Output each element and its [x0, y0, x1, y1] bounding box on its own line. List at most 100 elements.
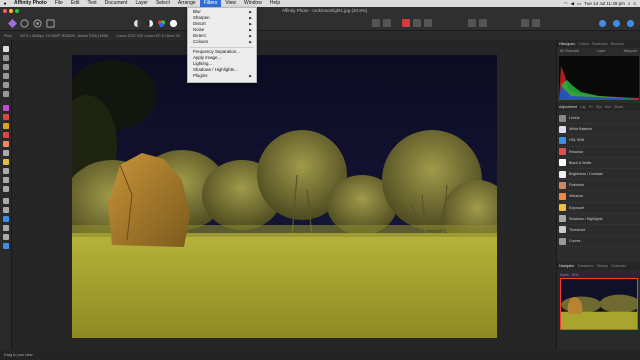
develop-persona-icon[interactable]	[33, 19, 42, 28]
wifi-icon[interactable]: ◠	[564, 1, 568, 7]
menu-window[interactable]: Window	[240, 0, 266, 7]
adjustment-vibrance[interactable]: Vibrance	[557, 191, 640, 203]
gradient-tool-icon[interactable]	[3, 159, 9, 165]
fill-tool-icon[interactable]	[3, 150, 9, 156]
liquify-persona-icon[interactable]	[20, 19, 29, 28]
toolbar-button-7[interactable]	[521, 19, 529, 27]
levels-icon[interactable]	[133, 19, 142, 28]
paint-brush-icon[interactable]	[3, 105, 9, 111]
tab-adjustment[interactable]: Adjustment	[559, 105, 577, 109]
tab-stock[interactable]: Stock	[614, 105, 623, 109]
tab-histogram[interactable]: Histogram	[559, 42, 575, 46]
tools-panel	[0, 40, 12, 350]
tab-navigator[interactable]: Navigator	[559, 264, 574, 268]
menu-layer[interactable]: Layer	[131, 0, 152, 7]
tab-styles[interactable]: Styl	[596, 105, 602, 109]
marquee-option[interactable]: Marquee	[624, 49, 637, 53]
adjustment-shadows-highlights[interactable]: Shadows / Highlights	[557, 214, 640, 225]
assistant-icon[interactable]	[612, 19, 621, 28]
colour-picker-icon[interactable]	[3, 234, 9, 240]
document-canvas[interactable]	[12, 40, 556, 350]
colour-replacement-icon[interactable]	[3, 114, 9, 120]
adjustment-black-white[interactable]: Black & White	[557, 158, 640, 169]
clone-tool-icon[interactable]	[3, 168, 9, 174]
red-eye-tool-icon[interactable]	[3, 132, 9, 138]
white-balance-icon[interactable]	[169, 19, 178, 28]
minimize-window-button[interactable]	[9, 9, 13, 13]
zoom-tool-icon[interactable]	[3, 243, 9, 249]
erase-tool-icon[interactable]	[3, 141, 9, 147]
toolbar-button-6[interactable]	[479, 19, 487, 27]
adjustment-curves[interactable]: Curves	[557, 236, 640, 248]
toolbar-button-5[interactable]	[468, 19, 476, 27]
toolbar-button-2[interactable]	[383, 19, 391, 27]
adjustment-posterise[interactable]: Posterise	[557, 180, 640, 192]
spotlight-icon[interactable]: ⌕	[628, 1, 631, 6]
adjustment-threshold[interactable]: Threshold	[557, 225, 640, 237]
crop-tool-icon[interactable]	[3, 64, 9, 70]
photo-persona-icon[interactable]	[8, 19, 17, 28]
shape-tool-icon[interactable]	[3, 207, 9, 213]
tab-brushes[interactable]: Brushes	[611, 42, 624, 46]
toolbar-button-1[interactable]	[372, 19, 380, 27]
channel-select[interactable]: All Channels	[560, 49, 579, 53]
text-tool-icon[interactable]	[3, 225, 9, 231]
menu-select[interactable]: Select	[152, 0, 174, 7]
tab-channels[interactable]: Channels	[611, 264, 626, 268]
adjustment-recolour[interactable]: Recolour	[557, 147, 640, 158]
zoom-value[interactable]: 20%	[572, 273, 579, 277]
menu-item-plugins[interactable]: Plugins ▶	[188, 73, 256, 79]
navigator-thumbnail[interactable]	[560, 278, 638, 330]
tab-effects[interactable]: Fx	[589, 105, 593, 109]
preferences-icon[interactable]	[626, 19, 635, 28]
tab-colour[interactable]: Colour	[578, 42, 589, 46]
menubar-clock[interactable]: Tue 14 Jul 11:49 pm	[584, 1, 625, 6]
menu-filters[interactable]: Filters	[199, 0, 222, 7]
adjustment-levels[interactable]: Levels	[557, 113, 640, 125]
selection-brush-icon[interactable]	[3, 73, 9, 79]
menu-text[interactable]: Text	[83, 0, 100, 7]
dodge-tool-icon[interactable]	[3, 123, 9, 129]
blur-brush-icon[interactable]	[3, 186, 9, 192]
layer-option[interactable]: Layer	[597, 49, 605, 53]
volume-icon[interactable]: ◀	[571, 1, 574, 7]
toolbar-button-3[interactable]	[413, 19, 421, 27]
healing-tool-icon[interactable]	[3, 177, 9, 183]
menu-arrange[interactable]: Arrange	[174, 0, 200, 7]
view-tool-icon[interactable]	[3, 46, 9, 52]
adjustment-brightness-contrast[interactable]: Brightness / Contrast	[557, 169, 640, 181]
menu-app-name[interactable]: Affinity Photo	[10, 0, 51, 7]
menu-document[interactable]: Document	[101, 0, 132, 7]
export-persona-icon[interactable]	[46, 19, 55, 28]
menu-item-colours[interactable]: Colours ▶	[188, 39, 256, 45]
tab-swatches[interactable]: Swatches	[592, 42, 608, 46]
menu-edit[interactable]: Edit	[67, 0, 84, 7]
pen-tool-icon[interactable]	[3, 198, 9, 204]
adjustment-exposure[interactable]: Exposure	[557, 203, 640, 214]
menu-help[interactable]: Help	[266, 0, 284, 7]
menu-view[interactable]: View	[221, 0, 240, 7]
rectangle-tool-icon[interactable]	[3, 216, 9, 222]
battery-icon[interactable]: ▭	[577, 1, 581, 7]
adjustment-hsl-shift[interactable]: HSL Shift	[557, 135, 640, 147]
flood-select-icon[interactable]	[3, 82, 9, 88]
tab-history[interactable]: Hist	[605, 105, 611, 109]
record-macro-button[interactable]	[402, 19, 410, 27]
colour-balance-icon[interactable]	[157, 19, 166, 28]
zoom-window-button[interactable]	[15, 9, 19, 13]
snapping-icon[interactable]	[598, 19, 607, 28]
tab-layers[interactable]: Lay	[580, 105, 586, 109]
move-tool-icon[interactable]	[3, 55, 9, 61]
menu-file[interactable]: File	[51, 0, 67, 7]
toolbar-button-8[interactable]	[532, 19, 540, 27]
close-window-button[interactable]	[3, 9, 7, 13]
marquee-tool-icon[interactable]	[3, 91, 9, 97]
toolbar-button-4[interactable]	[424, 19, 432, 27]
adjustment-label: Curves	[569, 239, 581, 244]
tab-history-nav[interactable]: History	[597, 264, 608, 268]
apple-icon[interactable]: ●	[0, 1, 10, 7]
tab-transform[interactable]: Transform	[577, 264, 593, 268]
notification-icon[interactable]: ≡	[633, 1, 636, 6]
contrast-icon[interactable]	[145, 19, 154, 28]
adjustment-white-balance[interactable]: White Balance	[557, 124, 640, 136]
